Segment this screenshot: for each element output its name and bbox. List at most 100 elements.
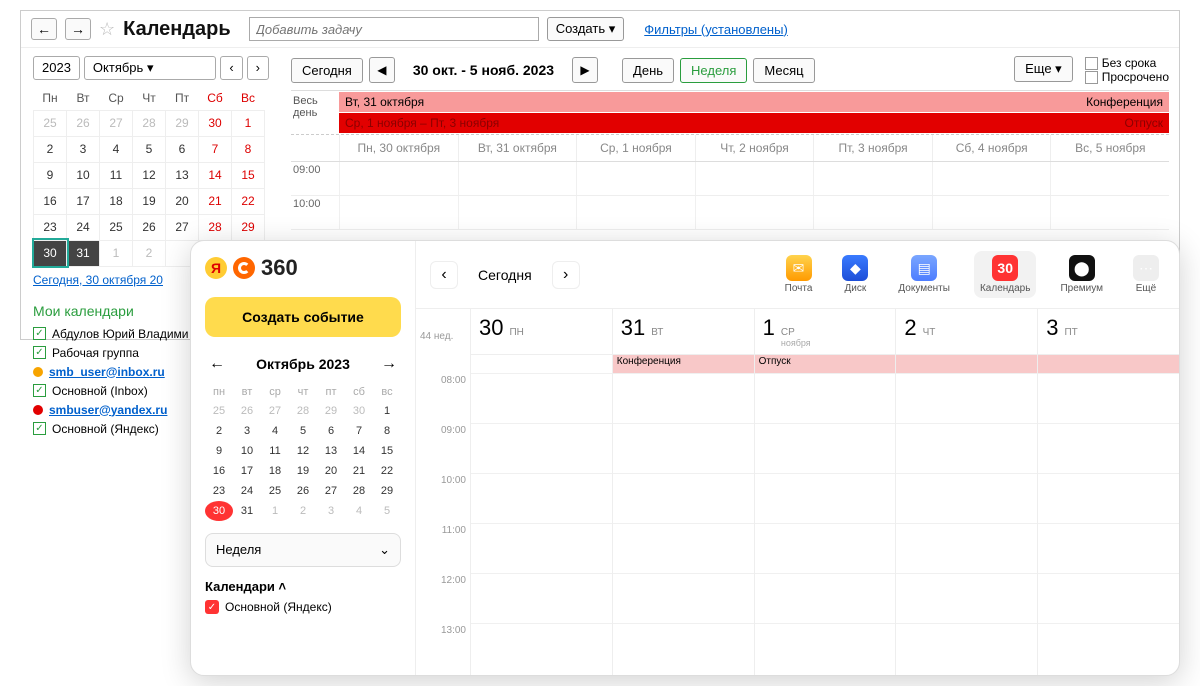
allday-slot[interactable]: [1038, 355, 1179, 373]
mini-day[interactable]: 3: [233, 421, 261, 441]
app-Премиум[interactable]: ⬤Премиум: [1054, 251, 1109, 298]
hour-cell[interactable]: [1038, 623, 1179, 673]
mini-day[interactable]: 12: [133, 162, 166, 188]
more-dropdown[interactable]: Еще ▾: [1014, 56, 1073, 82]
filters-link[interactable]: Фильтры (установлены): [644, 22, 788, 37]
hour-cell[interactable]: [896, 473, 1037, 523]
allday-event[interactable]: Ср, 1 ноября – Пт, 3 ноябряОтпуск: [339, 113, 1169, 133]
mini-day[interactable]: 29: [232, 214, 265, 240]
hour-cell[interactable]: [755, 423, 896, 473]
star-icon[interactable]: ☆: [99, 19, 115, 40]
no-deadline-checkbox[interactable]: Без срока: [1085, 56, 1169, 70]
mini-day[interactable]: 20: [317, 461, 345, 481]
mini-day[interactable]: 4: [345, 501, 373, 521]
mini-day[interactable]: 17: [67, 188, 100, 214]
month-select[interactable]: Октябрь ▾: [84, 56, 216, 80]
hour-cell[interactable]: [613, 373, 754, 423]
hour-cell[interactable]: [755, 573, 896, 623]
mini-day[interactable]: 1: [373, 401, 401, 421]
next-week-button[interactable]: ▶: [572, 57, 598, 83]
mini-day[interactable]: 30: [34, 240, 67, 266]
next-button[interactable]: ›: [552, 261, 580, 289]
mini-day[interactable]: 28: [289, 401, 317, 421]
mini-day[interactable]: 18: [261, 461, 289, 481]
mini-day[interactable]: 13: [166, 162, 199, 188]
mini-day[interactable]: 3: [67, 136, 100, 162]
mini-day[interactable]: 2: [133, 240, 166, 266]
mini-day[interactable]: 2: [205, 421, 233, 441]
mini-day[interactable]: 8: [232, 136, 265, 162]
mini-day[interactable]: 10: [67, 162, 100, 188]
mini-day[interactable]: 15: [373, 441, 401, 461]
hour-cell[interactable]: [471, 523, 612, 573]
mini-day[interactable]: 29: [373, 481, 401, 501]
hour-cell[interactable]: [471, 423, 612, 473]
mini-day[interactable]: 13: [317, 441, 345, 461]
hour-cell[interactable]: [471, 623, 612, 673]
view-week-button[interactable]: Неделя: [680, 58, 747, 83]
mini-day[interactable]: 8: [373, 421, 401, 441]
app-Диск[interactable]: ◆Диск: [836, 251, 874, 298]
hour-cell[interactable]: [613, 623, 754, 673]
today-button[interactable]: Сегодня: [291, 58, 363, 83]
mini-day[interactable]: 26: [289, 481, 317, 501]
mini-day[interactable]: 15: [232, 162, 265, 188]
mini-day[interactable]: 21: [345, 461, 373, 481]
next-month-button[interactable]: ›: [247, 56, 269, 80]
hour-cell[interactable]: [755, 623, 896, 673]
hour-cell[interactable]: [471, 573, 612, 623]
mini-day[interactable]: 24: [67, 214, 100, 240]
mini-day[interactable]: 29: [317, 401, 345, 421]
mini-day[interactable]: 25: [34, 110, 67, 136]
app-Календарь[interactable]: 30Календарь: [974, 251, 1036, 298]
calendar-item[interactable]: ✓Основной (Яндекс): [205, 600, 401, 614]
mini-day[interactable]: 20: [166, 188, 199, 214]
view-day-button[interactable]: День: [622, 58, 674, 83]
create-event-button[interactable]: Создать событие: [205, 297, 401, 337]
next-month-button[interactable]: →: [377, 351, 401, 377]
mini-day[interactable]: 9: [34, 162, 67, 188]
mini-day[interactable]: 5: [289, 421, 317, 441]
hour-cell[interactable]: [755, 523, 896, 573]
view-select[interactable]: Неделя⌄: [205, 533, 401, 567]
hour-cell[interactable]: [896, 373, 1037, 423]
mini-day[interactable]: 1: [261, 501, 289, 521]
mini-day[interactable]: 30: [205, 501, 233, 521]
mini-day[interactable]: 31: [233, 501, 261, 521]
mini-day[interactable]: 31: [67, 240, 100, 266]
mini-day[interactable]: 7: [345, 421, 373, 441]
hour-cell[interactable]: [896, 623, 1037, 673]
mini-day[interactable]: 23: [205, 481, 233, 501]
mini-day[interactable]: 25: [261, 481, 289, 501]
mini-day[interactable]: 28: [199, 214, 232, 240]
mini-day[interactable]: 26: [133, 214, 166, 240]
hour-cell[interactable]: [896, 573, 1037, 623]
mini-day[interactable]: 6: [166, 136, 199, 162]
prev-month-button[interactable]: ‹: [220, 56, 242, 80]
mini-day[interactable]: 25: [205, 401, 233, 421]
create-dropdown[interactable]: Создать ▾: [547, 17, 625, 41]
mini-day[interactable]: 3: [317, 501, 345, 521]
mini-day[interactable]: 22: [373, 461, 401, 481]
hour-cell[interactable]: [613, 573, 754, 623]
mini-day[interactable]: 27: [166, 214, 199, 240]
allday-slot[interactable]: Конференция: [613, 355, 754, 373]
email-link[interactable]: smbuser@yandex.ru: [49, 403, 167, 417]
mini-day[interactable]: 2: [34, 136, 67, 162]
forward-button[interactable]: →: [65, 18, 91, 40]
hour-cell[interactable]: [896, 523, 1037, 573]
add-task-input[interactable]: [249, 17, 539, 41]
mini-day[interactable]: 23: [34, 214, 67, 240]
hour-cell[interactable]: [1038, 573, 1179, 623]
mini-day[interactable]: 25: [100, 214, 133, 240]
hour-cell[interactable]: [1038, 523, 1179, 573]
mini-day[interactable]: 5: [133, 136, 166, 162]
logo[interactable]: Я 360: [205, 255, 401, 281]
year-select[interactable]: 2023: [33, 56, 80, 80]
hour-cell[interactable]: [471, 473, 612, 523]
mini-day[interactable]: 26: [67, 110, 100, 136]
mini-day[interactable]: 11: [100, 162, 133, 188]
app-Документы[interactable]: ▤Документы: [892, 251, 956, 298]
today-button[interactable]: Сегодня: [464, 267, 546, 283]
app-Ещё[interactable]: ⋯Ещё: [1127, 251, 1165, 298]
